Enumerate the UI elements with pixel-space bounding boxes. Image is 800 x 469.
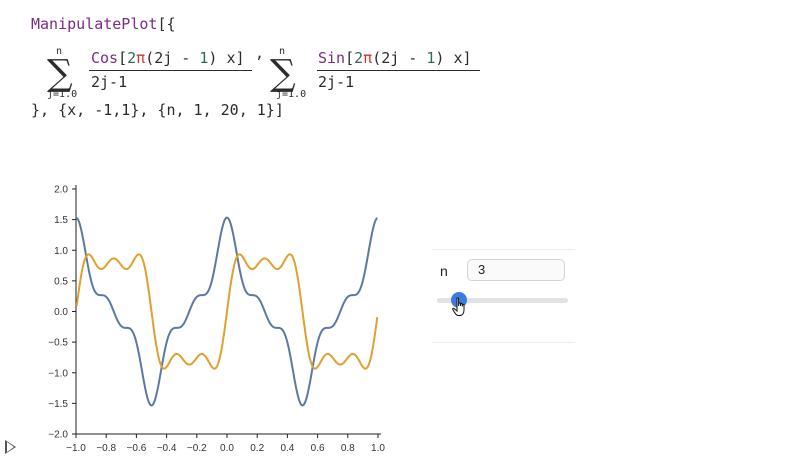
sum2-lower-limit: j=1.0 (276, 89, 307, 100)
x-tick-label: 0.4 (280, 443, 294, 454)
list-comma: , (255, 44, 265, 62)
sum1-denominator: 2j-1 (91, 73, 128, 91)
sum2-denominator: 2j-1 (318, 73, 355, 91)
x-tick-label: 1.0 (371, 443, 385, 454)
sum1-sigma-icon: ∑ (47, 53, 73, 94)
hand-cursor-icon (452, 297, 465, 316)
sum1-lower-limit: j=1.0 (47, 89, 78, 100)
sum1-numerator: Cos[2π(2j - 1) x] (91, 49, 245, 67)
x-tick-label: −0.2 (187, 443, 207, 454)
open-bracket: [{ (157, 15, 176, 33)
control-n-label: n (440, 263, 448, 279)
y-tick-label: 1.5 (54, 215, 68, 226)
y-tick-label: −1.5 (48, 399, 68, 410)
x-tick-label: 0.8 (341, 443, 355, 454)
y-tick-label: −0.5 (48, 338, 68, 349)
sum2-fraction-bar (317, 70, 480, 71)
manipulate-plot: −2.0−1.5−1.0−0.50.00.51.01.52.0−1.0 −0.8−… (48, 185, 385, 455)
control-n-input[interactable]: 3 (467, 259, 565, 281)
x-tick-label: −0.8 (96, 443, 116, 454)
x-tick-label: 0.0 (220, 443, 234, 454)
code-line-1[interactable]: ManipulatePlot[{ (31, 15, 176, 33)
y-tick-label: −1.0 (48, 368, 68, 379)
sum2-sigma-icon: ∑ (270, 53, 296, 94)
y-tick-label: 2.0 (54, 185, 68, 196)
run-cell-icon[interactable] (5, 440, 16, 454)
code-line-3: }, {x, -1,1}, {n, 1, 20, 1}] (31, 101, 284, 119)
x-tick-label: −0.4 (157, 443, 177, 454)
x-tick-label: −1.0 (66, 443, 86, 454)
x-tick-label: 0.6 (311, 443, 325, 454)
sum1-fraction-bar (89, 70, 252, 71)
y-tick-label: 0.0 (54, 307, 68, 318)
sum2-numerator: Sin[2π(2j - 1) x] (318, 49, 472, 67)
x-tick-label: −0.6 (127, 443, 147, 454)
sin-series-line (75, 253, 379, 370)
y-tick-label: −2.0 (48, 430, 68, 441)
y-tick-label: 1.0 (54, 246, 68, 257)
function-name: ManipulatePlot (31, 15, 158, 33)
x-tick-label: 0.2 (250, 443, 264, 454)
y-tick-label: 0.5 (54, 276, 68, 287)
